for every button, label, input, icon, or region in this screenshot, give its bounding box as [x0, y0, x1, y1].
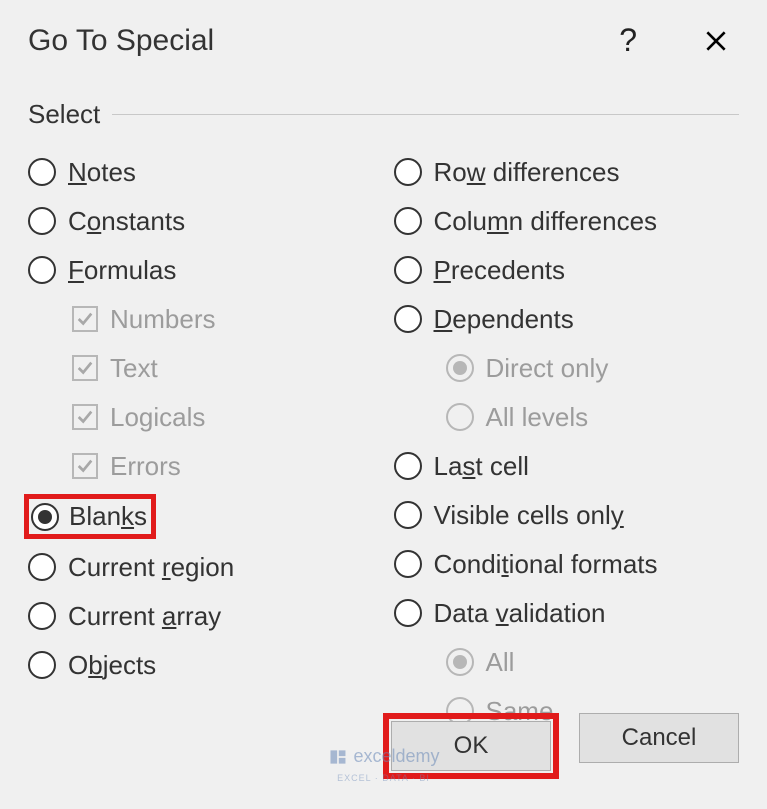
- check-label: Numbers: [110, 304, 215, 335]
- radio-dependents[interactable]: Dependents: [394, 298, 740, 340]
- radio-blanks-row[interactable]: Blanks: [24, 494, 374, 539]
- radio-label: Blanks: [69, 501, 147, 532]
- highlight-ok: OK: [383, 713, 559, 779]
- titlebar-controls: ?: [619, 22, 729, 59]
- radio-icon: [28, 207, 56, 235]
- radio-label: Current array: [68, 601, 221, 632]
- highlight-blanks: Blanks: [24, 494, 156, 539]
- group-header: Select: [28, 99, 739, 130]
- radio-icon: [446, 354, 474, 382]
- radio-objects[interactable]: Objects: [28, 644, 374, 686]
- radio-formulas[interactable]: Formulas: [28, 249, 374, 291]
- radio-icon: [28, 158, 56, 186]
- radio-label: All: [486, 647, 515, 678]
- radio-all: All: [446, 641, 740, 683]
- check-errors: Errors: [72, 445, 374, 487]
- radio-icon: [446, 403, 474, 431]
- checkbox-icon: [72, 404, 98, 430]
- radio-label: Direct only: [486, 353, 609, 384]
- radio-icon: [394, 305, 422, 333]
- radio-icon: [446, 648, 474, 676]
- checkbox-icon: [72, 355, 98, 381]
- radio-label: Objects: [68, 650, 156, 681]
- check-label: Text: [110, 353, 158, 384]
- radio-label: Current region: [68, 552, 234, 583]
- left-column: Notes Constants Formulas Numbers Text Lo…: [28, 144, 374, 739]
- radio-conditional-formats[interactable]: Conditional formats: [394, 543, 740, 585]
- checkbox-icon: [72, 453, 98, 479]
- radio-visible-cells-only[interactable]: Visible cells only: [394, 494, 740, 536]
- radio-label: Dependents: [434, 304, 574, 335]
- radio-label: Column differences: [434, 206, 658, 237]
- radio-label: All levels: [486, 402, 589, 433]
- radio-icon: [394, 550, 422, 578]
- dialog-title: Go To Special: [28, 24, 214, 58]
- radio-direct-only: Direct only: [446, 347, 740, 389]
- radio-icon: [394, 158, 422, 186]
- ok-button[interactable]: OK: [391, 721, 551, 771]
- radio-label: Conditional formats: [434, 549, 658, 580]
- radio-notes[interactable]: Notes: [28, 151, 374, 193]
- check-label: Errors: [110, 451, 181, 482]
- check-label: Logicals: [110, 402, 205, 433]
- radio-last-cell[interactable]: Last cell: [394, 445, 740, 487]
- watermark-icon: [327, 747, 347, 767]
- radio-icon: [394, 501, 422, 529]
- radio-constants[interactable]: Constants: [28, 200, 374, 242]
- radio-all-levels: All levels: [446, 396, 740, 438]
- radio-current-region[interactable]: Current region: [28, 546, 374, 588]
- check-text: Text: [72, 347, 374, 389]
- radio-label: Visible cells only: [434, 500, 624, 531]
- radio-label: Last cell: [434, 451, 529, 482]
- radio-data-validation[interactable]: Data validation: [394, 592, 740, 634]
- radio-icon: [28, 602, 56, 630]
- right-column: Row differences Column differences Prece…: [394, 144, 740, 739]
- radio-column-differences[interactable]: Column differences: [394, 200, 740, 242]
- radio-icon: [28, 651, 56, 679]
- divider: [112, 114, 739, 115]
- radio-label: Notes: [68, 157, 136, 188]
- radio-current-array[interactable]: Current array: [28, 595, 374, 637]
- checkbox-icon: [72, 306, 98, 332]
- help-icon[interactable]: ?: [619, 22, 637, 59]
- group-label: Select: [28, 99, 100, 130]
- radio-icon: [394, 452, 422, 480]
- radio-icon: [394, 256, 422, 284]
- check-numbers: Numbers: [72, 298, 374, 340]
- radio-label: Row differences: [434, 157, 620, 188]
- titlebar: Go To Special ?: [28, 22, 739, 59]
- radio-icon: [28, 553, 56, 581]
- check-logicals: Logicals: [72, 396, 374, 438]
- radio-label: Precedents: [434, 255, 566, 286]
- radio-icon: [394, 599, 422, 627]
- goto-special-dialog: Go To Special ? Select Notes Constants: [0, 0, 767, 809]
- button-row: OK Cancel: [383, 713, 739, 779]
- radio-label: Constants: [68, 206, 185, 237]
- radio-icon: [394, 207, 422, 235]
- radio-icon: [31, 503, 59, 531]
- radio-label: Data validation: [434, 598, 606, 629]
- radio-row-differences[interactable]: Row differences: [394, 151, 740, 193]
- close-icon[interactable]: [703, 28, 729, 54]
- radio-icon: [28, 256, 56, 284]
- cancel-button[interactable]: Cancel: [579, 713, 739, 763]
- radio-label: Formulas: [68, 255, 176, 286]
- options-columns: Notes Constants Formulas Numbers Text Lo…: [28, 144, 739, 739]
- radio-precedents[interactable]: Precedents: [394, 249, 740, 291]
